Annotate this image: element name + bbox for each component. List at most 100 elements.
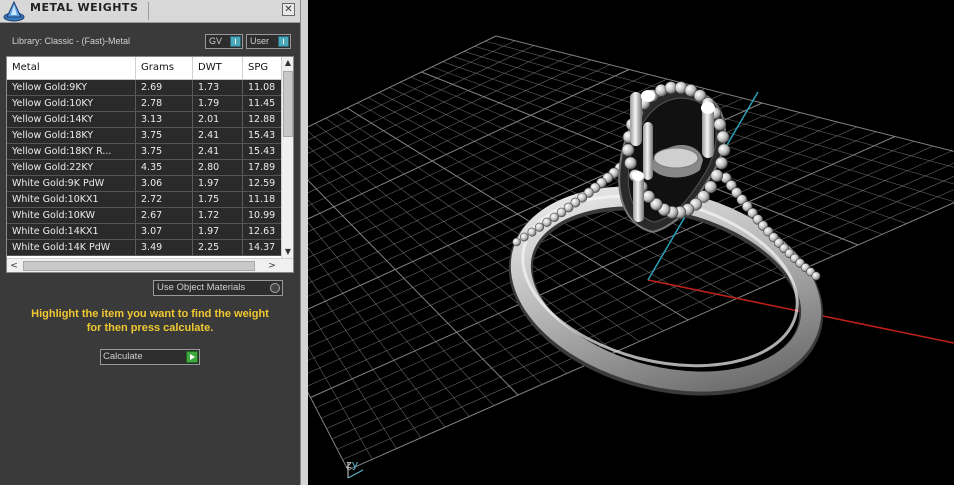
horizontal-scroll-thumb[interactable] — [23, 261, 255, 271]
table-cell-grams: 2.72 — [136, 192, 193, 207]
table-cell-dwt: 2.01 — [193, 112, 243, 127]
vertical-scroll-thumb[interactable] — [283, 71, 293, 137]
3d-viewport[interactable]: zy — [308, 0, 954, 485]
close-button[interactable]: ✕ — [282, 3, 295, 16]
3d-scene[interactable] — [308, 0, 954, 485]
table-row[interactable]: White Gold:10KX1 2.72 1.75 11.18 — [7, 192, 281, 208]
column-header-metal[interactable]: Metal — [7, 57, 136, 79]
table-cell-grams: 3.75 — [136, 128, 193, 143]
table-cell-metal: Yellow Gold:10KY — [7, 96, 136, 111]
table-cell-grams: 3.75 — [136, 144, 193, 159]
column-header-grams[interactable]: Grams — [136, 57, 193, 79]
table-cell-grams: 4.35 — [136, 160, 193, 175]
vertical-scrollbar[interactable]: ▲ ▼ — [281, 57, 293, 258]
calculate-label: Calculate — [103, 351, 143, 362]
radio-icon[interactable] — [270, 283, 280, 293]
table-cell-spg: 15.43 — [248, 130, 276, 141]
table-cell-spg: 12.59 — [248, 178, 276, 189]
instruction-text: Highlight the item you want to find the … — [10, 307, 290, 335]
table-cell-grams: 2.69 — [136, 80, 193, 95]
scroll-down-icon[interactable]: ▼ — [282, 246, 293, 258]
gv-toggle-label: GV — [209, 36, 223, 46]
toggle-knob-icon — [278, 36, 289, 47]
instruction-line-1: Highlight the item you want to find the … — [31, 308, 269, 320]
app-logo-icon — [3, 0, 25, 22]
table-cell-spg: 11.08 — [248, 82, 276, 93]
axis-y-label: y — [351, 458, 359, 471]
metal-weights-panel: METAL WEIGHTS ✕ Library: Classic - (Fast… — [0, 0, 300, 485]
table-cell-grams: 3.13 — [136, 112, 193, 127]
scroll-left-icon[interactable]: < — [7, 259, 21, 272]
table-cell-metal: White Gold:9K PdW — [7, 176, 136, 191]
table-cell-metal: White Gold:14K PdW — [7, 240, 136, 255]
table-row[interactable]: Yellow Gold:18KY 3.75 2.41 15.43 — [7, 128, 281, 144]
play-icon[interactable] — [186, 351, 198, 363]
table-cell-spg: 11.18 — [248, 194, 276, 205]
scroll-up-icon[interactable]: ▲ — [282, 57, 293, 69]
use-object-materials-label: Use Object Materials — [157, 282, 246, 293]
table-cell-dwt: 1.73 — [193, 80, 243, 95]
table-cell-dwt: 1.97 — [193, 176, 243, 191]
table-cell-metal: White Gold:10KW — [7, 208, 136, 223]
table-cell-metal: Yellow Gold:18KY — [7, 128, 136, 143]
table-cell-dwt: 2.25 — [193, 240, 243, 255]
table-cell-dwt: 2.41 — [193, 128, 243, 143]
table-cell-spg: 15.43 — [248, 146, 276, 157]
table-cell-dwt: 1.79 — [193, 96, 243, 111]
table-cell-spg: 11.45 — [248, 98, 276, 109]
axis-label: zy — [346, 458, 358, 471]
title-separator — [148, 2, 149, 20]
user-toggle-label: User — [250, 36, 270, 46]
table-cell-grams: 3.06 — [136, 176, 193, 191]
table-cell-dwt: 1.97 — [193, 224, 243, 239]
column-header-dwt[interactable]: DWT — [193, 57, 243, 79]
library-label: Library: Classic - (Fast)-Metal — [12, 36, 131, 46]
instruction-line-2: for then press calculate. — [86, 322, 214, 334]
user-toggle[interactable]: User — [246, 34, 291, 49]
title-bar: METAL WEIGHTS ✕ — [0, 0, 300, 23]
table-row[interactable]: White Gold:14KX1 3.07 1.97 12.63 — [7, 224, 281, 240]
table-cell-metal: Yellow Gold:18KY R... — [7, 144, 136, 159]
table-row[interactable]: Yellow Gold:10KY 2.78 1.79 11.45 — [7, 96, 281, 112]
table-cell-grams: 3.07 — [136, 224, 193, 239]
calculate-button[interactable]: Calculate — [100, 349, 200, 365]
table-cell-spg: 14.37 — [248, 242, 276, 253]
table-cell-spg: 17.89 — [248, 162, 276, 173]
metal-weights-table[interactable]: Metal Grams DWT SPG Yellow Gold:9KY 2.69 1… — [6, 56, 294, 273]
table-cell-dwt: 2.41 — [193, 144, 243, 159]
toggle-knob-icon — [230, 36, 241, 47]
table-cell-grams: 2.78 — [136, 96, 193, 111]
table-cell-dwt: 2.80 — [193, 160, 243, 175]
table-cell-metal: Yellow Gold:9KY — [7, 80, 136, 95]
table-row[interactable]: Yellow Gold:18KY R... 3.75 2.41 15.43 — [7, 144, 281, 160]
table-cell-metal: Yellow Gold:22KY — [7, 160, 136, 175]
table-row[interactable]: White Gold:14K PdW 3.49 2.25 14.37 — [7, 240, 281, 256]
table-header: Metal Grams DWT SPG — [7, 57, 281, 80]
prong — [643, 122, 653, 180]
table-cell-dwt: 1.75 — [193, 192, 243, 207]
table-body: Yellow Gold:9KY 2.69 1.73 11.08 Yellow Gold:… — [7, 80, 281, 258]
table-cell-spg: 12.63 — [248, 226, 276, 237]
table-row[interactable]: Yellow Gold:9KY 2.69 1.73 11.08 — [7, 80, 281, 96]
panel-splitter[interactable] — [300, 0, 308, 485]
scroll-right-icon[interactable]: > — [265, 259, 279, 272]
table-cell-metal: White Gold:10KX1 — [7, 192, 136, 207]
panel-title: METAL WEIGHTS — [30, 1, 139, 14]
ring-model[interactable] — [501, 81, 831, 413]
table-cell-metal: White Gold:14KX1 — [7, 224, 136, 239]
table-cell-dwt: 1.72 — [193, 208, 243, 223]
table-cell-spg: 12.88 — [248, 114, 276, 125]
column-header-spg[interactable]: SPG — [243, 57, 281, 79]
table-row[interactable]: White Gold:10KW 2.67 1.72 10.99 — [7, 208, 281, 224]
table-cell-spg: 10.99 — [248, 210, 276, 221]
gv-toggle[interactable]: GV — [205, 34, 243, 49]
table-cell-grams: 2.67 — [136, 208, 193, 223]
table-row[interactable]: Yellow Gold:14KY 3.13 2.01 12.88 — [7, 112, 281, 128]
table-row[interactable]: Yellow Gold:22KY 4.35 2.80 17.89 — [7, 160, 281, 176]
table-row[interactable]: White Gold:9K PdW 3.06 1.97 12.59 — [7, 176, 281, 192]
table-cell-grams: 3.49 — [136, 240, 193, 255]
prong — [630, 92, 642, 146]
use-object-materials-toggle[interactable]: Use Object Materials — [153, 280, 283, 296]
horizontal-scrollbar[interactable]: < > — [7, 258, 293, 272]
table-cell-metal: Yellow Gold:14KY — [7, 112, 136, 127]
